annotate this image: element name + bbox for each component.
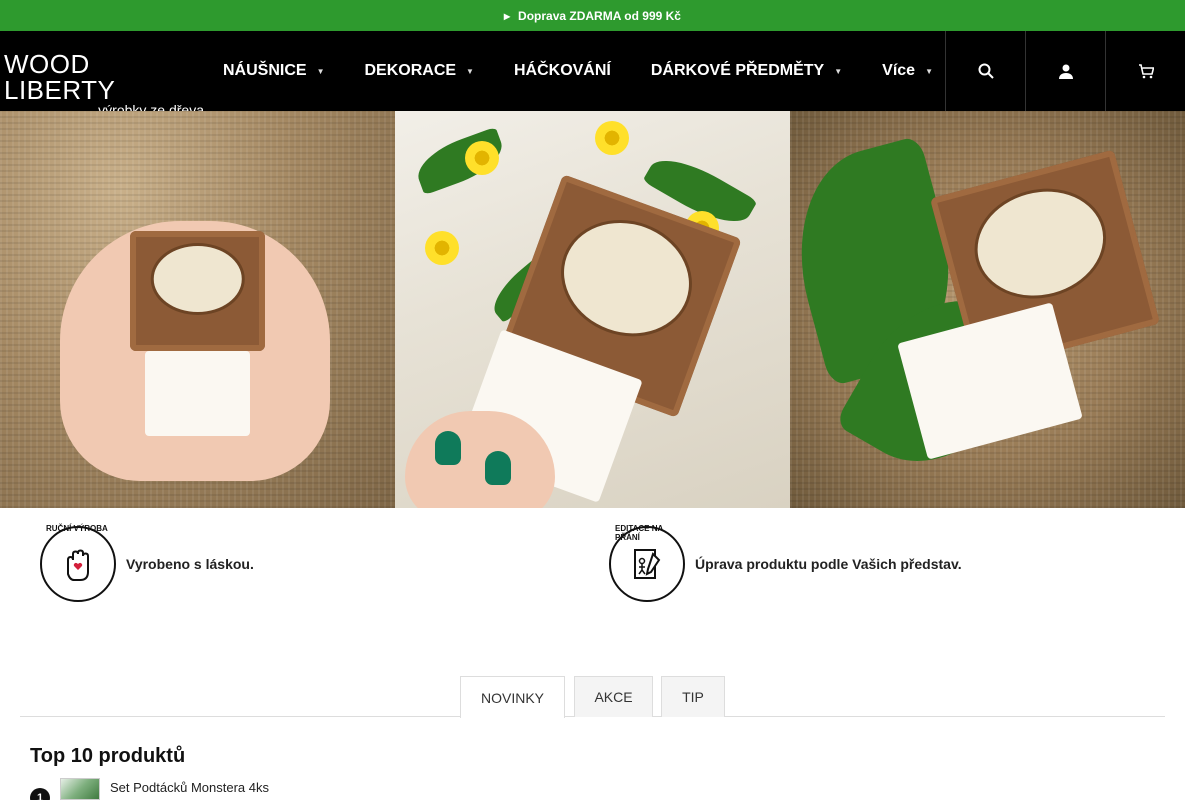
product-link[interactable]: Set Podtácků Monstera 4ks — [110, 780, 269, 795]
nav-item-label: DÁRKOVÉ PŘEDMĚTY — [650, 62, 825, 79]
edit-document-icon: EDITACE NA PŘÁNÍ — [609, 524, 685, 602]
logo[interactable]: WOOD LIBERTY výrobky ze dřeva — [4, 51, 206, 117]
cart-button[interactable] — [1105, 31, 1185, 111]
main-nav: NÁUŠNICE ▼ DEKORACE ▼ HÁČKOVÁNÍ DÁRKOVÉ … — [223, 31, 933, 111]
truck-icon: ▸ — [504, 8, 511, 23]
product-tabs: NOVINKY AKCE TIP — [20, 676, 1165, 718]
chevron-down-icon: ▼ — [834, 66, 843, 76]
nav-item-label: HÁČKOVÁNÍ — [513, 62, 611, 79]
hero-banner[interactable] — [0, 111, 1185, 508]
nav-item-label: DEKORACE — [364, 62, 457, 79]
nav-item-label: Více — [882, 62, 916, 79]
features-strip: RUČNÍ VÝROBA Vyrobeno s láskou. EDITACE … — [0, 520, 1185, 610]
search-button[interactable] — [945, 31, 1025, 111]
shipping-banner: ▸ Doprava ZDARMA od 999 Kč — [0, 0, 1185, 31]
rank-badge: 1 — [30, 788, 50, 800]
hero-image-paw — [0, 111, 395, 508]
product-thumbnail[interactable] — [60, 778, 100, 800]
hand-heart-icon: RUČNÍ VÝROBA — [40, 524, 116, 602]
nav-item-nausnice[interactable]: NÁUŠNICE ▼ — [223, 62, 324, 80]
tab-novinky[interactable]: NOVINKY — [460, 676, 565, 718]
feature-badge: EDITACE NA PŘÁNÍ — [615, 524, 663, 542]
nav-item-hackovani[interactable]: HÁČKOVÁNÍ — [514, 62, 611, 80]
feature-customization: EDITACE NA PŘÁNÍ Úprava produktu podle V… — [609, 524, 962, 602]
top10-title: Top 10 produktů — [30, 745, 186, 767]
list-item[interactable]: 1 Set Podtácků Monstera 4ks — [30, 778, 269, 800]
shipping-banner-text: Doprava ZDARMA od 999 Kč — [518, 8, 681, 23]
search-icon — [978, 63, 994, 79]
nav-item-label: NÁUŠNICE — [223, 62, 307, 79]
chevron-down-icon: ▼ — [466, 66, 474, 76]
nav-item-vice[interactable]: Více ▼ — [882, 62, 933, 80]
account-button[interactable] — [1025, 31, 1105, 111]
feature-badge: RUČNÍ VÝROBA — [46, 524, 108, 533]
tab-akce[interactable]: AKCE — [574, 676, 653, 717]
logo-title: WOOD LIBERTY — [4, 49, 116, 105]
hero-image-monstera — [790, 111, 1185, 508]
tab-tip[interactable]: TIP — [661, 676, 725, 717]
hero-image-carrot — [395, 111, 790, 508]
nav-item-darkove-predmety[interactable]: DÁRKOVÉ PŘEDMĚTY ▼ — [651, 62, 842, 80]
cart-icon — [1138, 64, 1154, 79]
header-actions — [945, 31, 1185, 111]
nav-item-dekorace[interactable]: DEKORACE ▼ — [364, 62, 473, 80]
feature-text: Vyrobeno s láskou. — [126, 556, 254, 572]
chevron-down-icon: ▼ — [316, 66, 325, 76]
user-icon — [1058, 64, 1073, 79]
feature-handmade: RUČNÍ VÝROBA Vyrobeno s láskou. — [40, 524, 254, 602]
chevron-down-icon: ▼ — [925, 66, 933, 76]
feature-text: Úprava produktu podle Vašich představ. — [695, 556, 962, 572]
site-header: WOOD LIBERTY výrobky ze dřeva NÁUŠNICE ▼… — [0, 31, 1185, 117]
